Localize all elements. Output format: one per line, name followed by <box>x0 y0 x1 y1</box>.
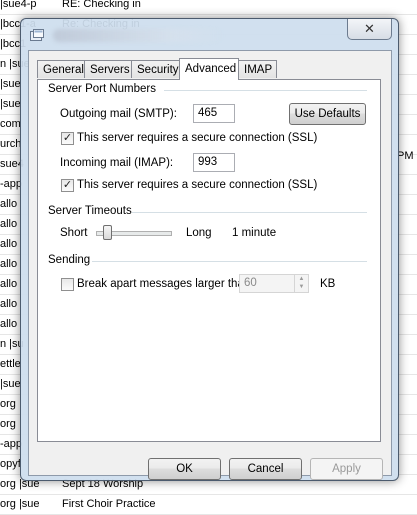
group-separator <box>164 90 367 91</box>
use-defaults-button[interactable]: Use Defaults <box>289 103 366 125</box>
tab-general[interactable]: General <box>37 60 85 78</box>
checkmark-icon: ✓ <box>62 179 73 191</box>
break-apart-size-input[interactable]: 60 <box>239 274 295 293</box>
imap-port-input[interactable]: 993 <box>193 153 235 172</box>
tab-security[interactable]: Security <box>131 60 180 78</box>
apply-button[interactable]: Apply <box>310 458 383 480</box>
imap-ssl-label: This server requires a secure connection… <box>77 179 318 191</box>
spin-down-icon[interactable]: ▼ <box>295 283 308 291</box>
size-spinner[interactable]: ▲ ▼ <box>294 274 309 293</box>
break-apart-label: Break apart messages larger than <box>77 278 251 290</box>
outgoing-mail-label: Outgoing mail (SMTP): <box>60 108 177 120</box>
size-unit-label: KB <box>320 278 336 290</box>
background-list-row: |sue4-p RE: Checking in <box>0 0 417 15</box>
timeout-long-label: Long <box>186 227 212 239</box>
ok-button[interactable]: OK <box>148 458 221 480</box>
background-time-fragment: PM <box>397 150 414 162</box>
smtp-ssl-checkbox[interactable]: ✓ <box>61 132 74 145</box>
smtp-port-input[interactable]: 465 <box>193 104 235 123</box>
background-row-sender: org |sue <box>0 498 40 510</box>
sending-heading: Sending <box>48 254 91 266</box>
background-row-subject: RE: Checking in <box>62 0 141 10</box>
smtp-ssl-label: This server requires a secure connection… <box>77 132 318 144</box>
imap-ssl-checkbox[interactable]: ✓ <box>61 179 74 192</box>
dialog-client-area: General Servers Security Advanced IMAP S… <box>28 50 392 480</box>
account-properties-dialog: ✕ General Servers Security Advanced IMAP… <box>20 18 399 481</box>
close-icon: ✕ <box>364 21 375 36</box>
app-window-icon <box>30 29 44 41</box>
timeout-value-label: 1 minute <box>232 227 277 239</box>
background-row-subject: First Choir Practice <box>62 498 156 510</box>
tab-advanced[interactable]: Advanced <box>179 58 239 80</box>
break-apart-checkbox[interactable] <box>61 278 74 291</box>
group-separator <box>132 212 367 213</box>
title-bar[interactable]: ✕ <box>21 19 398 49</box>
timeout-slider-thumb[interactable] <box>102 225 112 240</box>
timeout-short-label: Short <box>60 227 88 239</box>
window-title-redacted <box>53 29 223 42</box>
server-timeouts-heading: Server Timeouts <box>48 205 132 217</box>
background-list-row: org |sue First Choir Practice <box>0 495 417 515</box>
group-separator <box>92 261 367 262</box>
advanced-tab-panel: Server Port Numbers Outgoing mail (SMTP)… <box>37 79 381 442</box>
tab-imap[interactable]: IMAP <box>238 60 277 78</box>
cancel-button[interactable]: Cancel <box>229 458 302 480</box>
checkmark-icon: ✓ <box>62 132 73 144</box>
background-row-sender: |sue4-p <box>0 0 37 10</box>
server-port-numbers-heading: Server Port Numbers <box>48 83 157 95</box>
spin-up-icon[interactable]: ▲ <box>295 275 308 283</box>
incoming-mail-label: Incoming mail (IMAP): <box>60 157 174 169</box>
close-button[interactable]: ✕ <box>347 19 392 40</box>
tab-servers[interactable]: Servers <box>84 60 132 78</box>
